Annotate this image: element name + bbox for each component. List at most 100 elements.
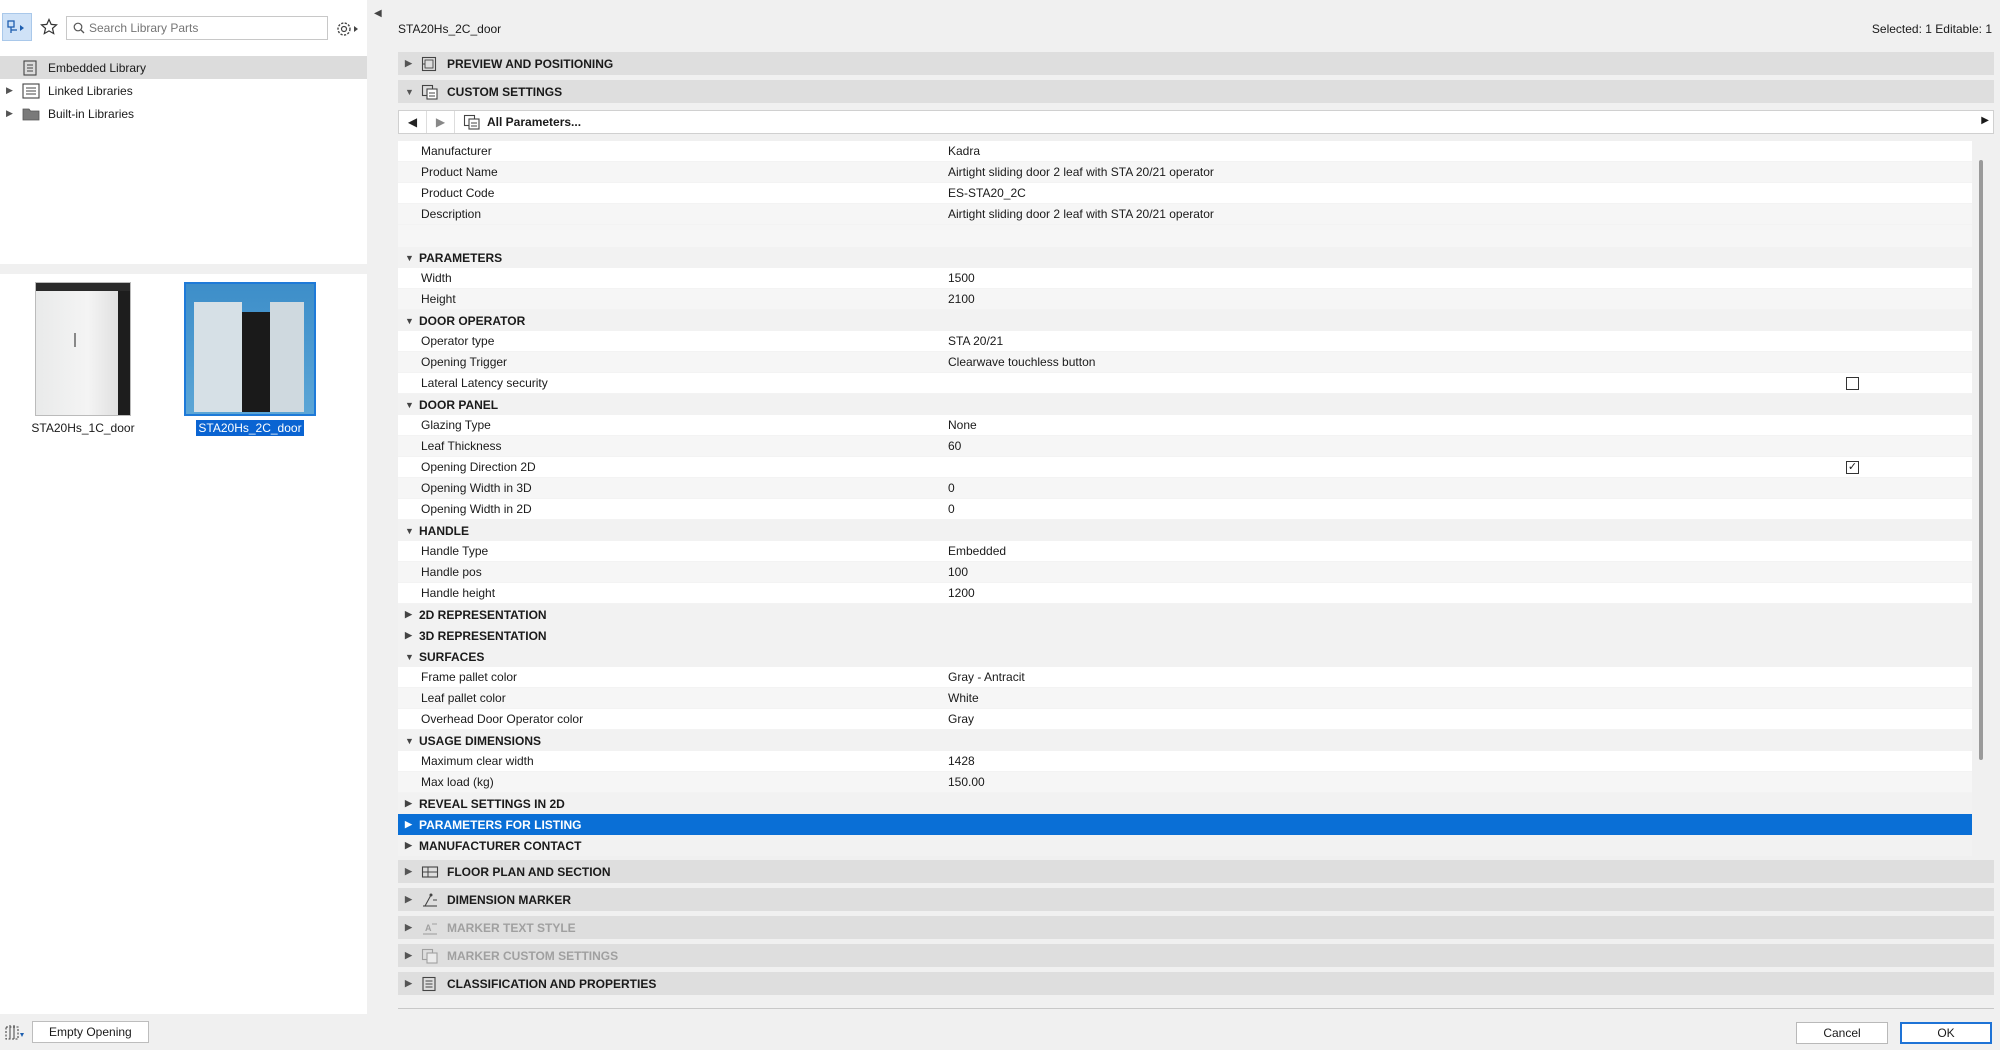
param-value[interactable]: Embedded xyxy=(948,544,1006,558)
param-row-frame-pallet-color[interactable]: Frame pallet color Gray - Antracit xyxy=(398,667,1972,688)
param-row-leaf-pallet-color[interactable]: Leaf pallet color White xyxy=(398,688,1972,709)
param-value[interactable]: 2100 xyxy=(948,292,975,306)
param-row-product-name[interactable]: Product Name Airtight sliding door 2 lea… xyxy=(398,162,1972,183)
param-value[interactable]: 1200 xyxy=(948,586,975,600)
settings-panel: STA20Hs_2C_door Selected: 1 Editable: 1 … xyxy=(392,0,2000,1050)
param-group-parameters[interactable]: ▼ PARAMETERS xyxy=(398,247,1972,268)
param-row-maximum-clear-width[interactable]: Maximum clear width 1428 xyxy=(398,751,1972,772)
param-value[interactable]: Airtight sliding door 2 leaf with STA 20… xyxy=(948,165,1214,179)
param-value[interactable]: 0 xyxy=(948,502,955,516)
ok-button[interactable]: OK xyxy=(1900,1022,1992,1044)
param-group-surfaces[interactable]: ▼ SURFACES xyxy=(398,646,1972,667)
collapse-left-pane-icon[interactable]: ◀ xyxy=(374,8,382,19)
param-value[interactable]: White xyxy=(948,691,979,705)
param-name: Max load (kg) xyxy=(421,775,494,789)
param-value[interactable]: Clearwave touchless button xyxy=(948,355,1095,369)
param-row-operator-type[interactable]: Operator type STA 20/21 xyxy=(398,331,1972,352)
chevron-down-icon: ▼ xyxy=(405,86,414,97)
param-row-description[interactable]: Description Airtight sliding door 2 leaf… xyxy=(398,204,1972,225)
cancel-button[interactable]: Cancel xyxy=(1796,1022,1888,1044)
param-row-opening-width-3d[interactable]: Opening Width in 3D 0 xyxy=(398,478,1972,499)
dimension-marker-icon xyxy=(421,892,439,908)
param-group-door-operator[interactable]: ▼ DOOR OPERATOR xyxy=(398,310,1972,331)
param-row-lateral-latency-security[interactable]: Lateral Latency security xyxy=(398,373,1972,394)
back-button[interactable]: ◀ xyxy=(399,111,427,133)
param-value[interactable]: Kadra xyxy=(948,144,980,158)
param-group-reveal-settings-2d[interactable]: ▶ REVEAL SETTINGS IN 2D xyxy=(398,793,1972,814)
param-value[interactable]: Airtight sliding door 2 leaf with STA 20… xyxy=(948,207,1214,221)
favorites-button[interactable] xyxy=(34,13,64,41)
param-row-handle-height[interactable]: Handle height 1200 xyxy=(398,583,1972,604)
param-name: Width xyxy=(421,271,452,285)
library-settings-button[interactable] xyxy=(334,18,362,40)
param-group-3d-representation[interactable]: ▶ 3D REPRESENTATION xyxy=(398,625,1972,646)
chevron-down-icon: ▼ xyxy=(405,315,414,326)
dropdown-arrow-icon[interactable]: ▶ xyxy=(1981,115,1989,126)
section-preview-and-positioning[interactable]: ▶ PREVIEW AND POSITIONING xyxy=(398,52,1994,75)
group-label: MANUFACTURER CONTACT xyxy=(419,838,582,853)
param-value[interactable]: None xyxy=(948,418,977,432)
param-value[interactable]: 100 xyxy=(948,565,968,579)
folder-icon xyxy=(22,106,42,122)
section-floor-plan-and-section[interactable]: ▶ FLOOR PLAN AND SECTION xyxy=(398,860,1994,883)
param-group-usage-dimensions[interactable]: ▼ USAGE DIMENSIONS xyxy=(398,730,1972,751)
empty-opening-icon[interactable] xyxy=(4,1023,26,1041)
parameter-page-dropdown[interactable]: All Parameters... xyxy=(463,114,581,130)
param-value[interactable]: Gray xyxy=(948,712,974,726)
group-label: PARAMETERS xyxy=(419,250,503,265)
chevron-right-icon[interactable]: ▶ xyxy=(6,85,18,96)
section-custom-settings[interactable]: ▼ CUSTOM SETTINGS xyxy=(398,80,1994,103)
parameter-list-scrollbar[interactable] xyxy=(1976,160,1986,760)
param-row-manufacturer[interactable]: Manufacturer Kadra xyxy=(398,141,1972,162)
opening-direction-2d-checkbox[interactable]: ✓ xyxy=(1846,461,1859,474)
param-row-max-load[interactable]: Max load (kg) 150.00 xyxy=(398,772,1972,793)
scrollbar-thumb[interactable] xyxy=(1979,160,1983,760)
search-field[interactable] xyxy=(66,16,328,40)
param-value[interactable]: ES-STA20_2C xyxy=(948,186,1026,200)
param-value[interactable]: 1500 xyxy=(948,271,975,285)
param-row-opening-width-2d[interactable]: Opening Width in 2D 0 xyxy=(398,499,1972,520)
param-row-opening-direction-2d[interactable]: Opening Direction 2D ✓ xyxy=(398,457,1972,478)
thumbnail-sta20hs-1c-door[interactable]: STA20Hs_1C_door xyxy=(16,282,150,436)
parameter-list-icon xyxy=(463,114,481,130)
param-value[interactable]: 1428 xyxy=(948,754,975,768)
section-classification-and-properties[interactable]: ▶ CLASSIFICATION AND PROPERTIES xyxy=(398,972,1994,995)
param-row-height[interactable]: Height 2100 xyxy=(398,289,1972,310)
tree-item-label: Embedded Library xyxy=(48,60,147,75)
param-group-2d-representation[interactable]: ▶ 2D REPRESENTATION xyxy=(398,604,1972,625)
param-row-opening-trigger[interactable]: Opening Trigger Clearwave touchless butt… xyxy=(398,352,1972,373)
pane-separator[interactable] xyxy=(0,264,367,274)
group-label: REVEAL SETTINGS IN 2D xyxy=(419,796,565,811)
param-row-overhead-door-operator-color[interactable]: Overhead Door Operator color Gray xyxy=(398,709,1972,730)
param-row-product-code[interactable]: Product Code ES-STA20_2C xyxy=(398,183,1972,204)
forward-button[interactable]: ▶ xyxy=(427,111,455,133)
tree-item-linked-libraries[interactable]: ▶ Linked Libraries xyxy=(0,79,367,102)
param-value[interactable]: STA 20/21 xyxy=(948,334,1003,348)
search-input[interactable] xyxy=(89,21,327,35)
library-view-toggle-button[interactable] xyxy=(2,13,32,41)
param-group-handle[interactable]: ▼ HANDLE xyxy=(398,520,1972,541)
section-dimension-marker[interactable]: ▶ DIMENSION MARKER xyxy=(398,888,1994,911)
thumbnail-sta20hs-2c-door[interactable]: STA20Hs_2C_door xyxy=(183,282,317,436)
param-row-handle-pos[interactable]: Handle pos 100 xyxy=(398,562,1972,583)
param-row-width[interactable]: Width 1500 xyxy=(398,268,1972,289)
tree-item-embedded-library[interactable]: Embedded Library xyxy=(0,56,367,79)
lateral-latency-security-checkbox[interactable] xyxy=(1846,377,1859,390)
param-name: Lateral Latency security xyxy=(421,376,548,390)
empty-opening-button[interactable]: Empty Opening xyxy=(32,1021,149,1043)
param-group-door-panel[interactable]: ▼ DOOR PANEL xyxy=(398,394,1972,415)
param-value[interactable]: Gray - Antracit xyxy=(948,670,1025,684)
param-name: Handle pos xyxy=(421,565,482,579)
tree-item-built-in-libraries[interactable]: ▶ Built-in Libraries xyxy=(0,102,367,125)
param-group-parameters-for-listing[interactable]: ▶ PARAMETERS FOR LISTING xyxy=(398,814,1972,835)
chevron-right-icon[interactable]: ▶ xyxy=(6,108,18,119)
param-group-manufacturer-contact[interactable]: ▶ MANUFACTURER CONTACT xyxy=(398,835,1972,856)
section-label: MARKER TEXT STYLE xyxy=(447,920,576,935)
param-row-handle-type[interactable]: Handle Type Embedded xyxy=(398,541,1972,562)
param-value[interactable]: 150.00 xyxy=(948,775,985,789)
param-row-glazing-type[interactable]: Glazing Type None xyxy=(398,415,1972,436)
param-value[interactable]: 60 xyxy=(948,439,961,453)
param-row-leaf-thickness[interactable]: Leaf Thickness 60 xyxy=(398,436,1972,457)
param-value[interactable]: 0 xyxy=(948,481,955,495)
tree-item-label: Linked Libraries xyxy=(48,83,133,98)
